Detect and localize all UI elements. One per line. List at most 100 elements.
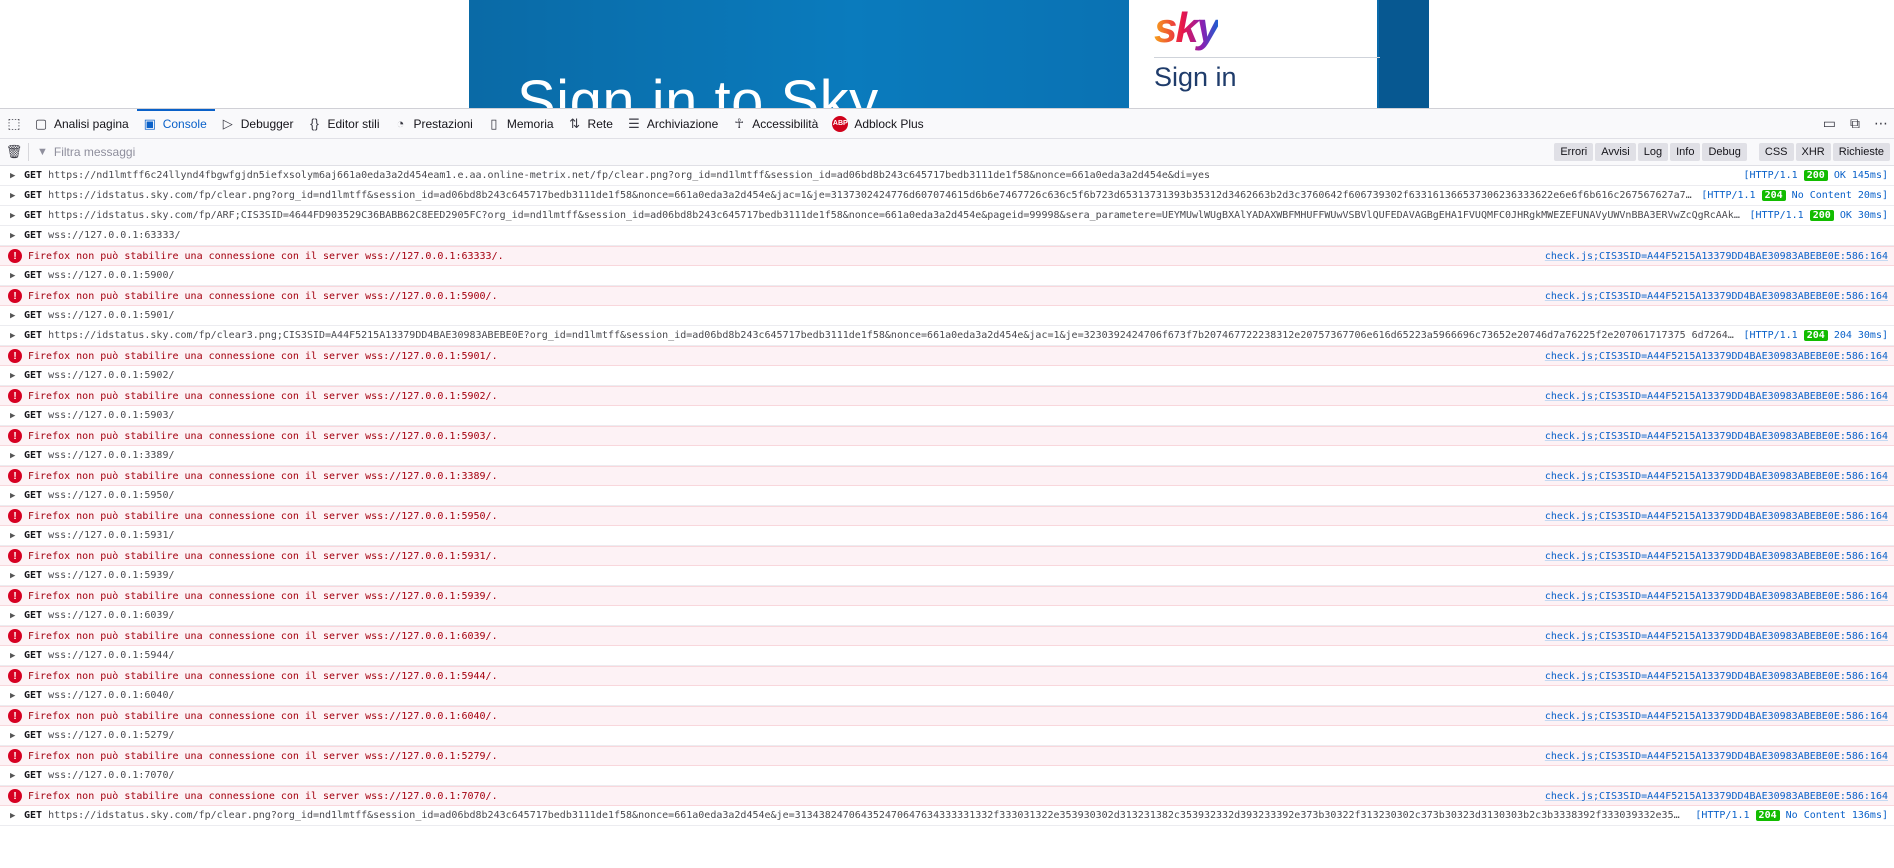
network-message-row[interactable]: ▶GETwss://127.0.0.1:5902/ xyxy=(0,366,1894,386)
expand-arrow-icon[interactable]: ▶ xyxy=(10,231,24,241)
network-message-row[interactable]: ▶GETwss://127.0.0.1:63333/ xyxy=(0,226,1894,246)
request-url[interactable]: https://nd1lmtff6c24llynd4fbgwfgjdn5iefx… xyxy=(48,170,1735,181)
source-link[interactable]: check.js;CIS3SID=A44F5215A13379DD4BAE309… xyxy=(1545,351,1894,362)
request-url[interactable]: wss://127.0.0.1:5950/ xyxy=(48,490,1894,501)
filter-css-button[interactable]: CSS xyxy=(1759,143,1794,161)
error-message-row[interactable]: !Firefox non può stabilire una connessio… xyxy=(0,706,1894,726)
expand-arrow-icon[interactable]: ▶ xyxy=(10,371,24,381)
network-message-row[interactable]: ▶GETwss://127.0.0.1:5900/ xyxy=(0,266,1894,286)
network-message-row[interactable]: ▶GETwss://127.0.0.1:5903/ xyxy=(0,406,1894,426)
source-link[interactable]: check.js;CIS3SID=A44F5215A13379DD4BAE309… xyxy=(1545,251,1894,262)
expand-arrow-icon[interactable]: ▶ xyxy=(10,411,24,421)
expand-arrow-icon[interactable]: ▶ xyxy=(10,171,24,181)
network-message-row[interactable]: ▶GETwss://127.0.0.1:5950/ xyxy=(0,486,1894,506)
tab-memoria[interactable]: ▯ Memoria xyxy=(481,109,562,138)
network-message-row[interactable]: ▶GETwss://127.0.0.1:5931/ xyxy=(0,526,1894,546)
error-message-row[interactable]: !Firefox non può stabilire una connessio… xyxy=(0,746,1894,766)
network-message-row[interactable]: ▶GETwss://127.0.0.1:3389/ xyxy=(0,446,1894,466)
filter-avvisi-button[interactable]: Avvisi xyxy=(1595,143,1636,161)
request-url[interactable]: https://idstatus.sky.com/fp/ARF;CIS3SID=… xyxy=(48,210,1741,221)
request-url[interactable]: wss://127.0.0.1:63333/ xyxy=(48,230,1894,241)
network-message-row[interactable]: ▶GETwss://127.0.0.1:5901/ xyxy=(0,306,1894,326)
request-url[interactable]: wss://127.0.0.1:5901/ xyxy=(48,310,1894,321)
filter-messages-input[interactable] xyxy=(52,144,656,160)
source-link[interactable]: check.js;CIS3SID=A44F5215A13379DD4BAE309… xyxy=(1545,511,1894,522)
network-message-row[interactable]: ▶GETwss://127.0.0.1:6039/ xyxy=(0,606,1894,626)
error-message-row[interactable]: !Firefox non può stabilire una connessio… xyxy=(0,586,1894,606)
error-message-row[interactable]: !Firefox non può stabilire una connessio… xyxy=(0,386,1894,406)
tab-prestazioni[interactable]: ◔ Prestazioni xyxy=(387,109,480,138)
request-url[interactable]: wss://127.0.0.1:5903/ xyxy=(48,410,1894,421)
network-message-row[interactable]: ▶GEThttps://idstatus.sky.com/fp/clear3.p… xyxy=(0,326,1894,346)
expand-arrow-icon[interactable]: ▶ xyxy=(10,491,24,501)
request-url[interactable]: wss://127.0.0.1:3389/ xyxy=(48,450,1894,461)
expand-arrow-icon[interactable]: ▶ xyxy=(10,691,24,701)
request-url[interactable]: wss://127.0.0.1:5944/ xyxy=(48,650,1894,661)
request-url[interactable]: https://idstatus.sky.com/fp/clear.png?or… xyxy=(48,190,1693,201)
tab-adblock-plus[interactable]: ABP Adblock Plus xyxy=(826,109,931,138)
separate-window-icon[interactable]: ⧉ xyxy=(1850,115,1860,132)
tab-accessibilita[interactable]: ☥ Accessibilità xyxy=(726,109,826,138)
network-message-row[interactable]: ▶GETwss://127.0.0.1:7070/ xyxy=(0,766,1894,786)
source-link[interactable]: check.js;CIS3SID=A44F5215A13379DD4BAE309… xyxy=(1545,591,1894,602)
request-status[interactable]: [HTTP/1.1 200 OK 30ms] xyxy=(1742,210,1894,221)
request-url[interactable]: wss://127.0.0.1:6039/ xyxy=(48,610,1894,621)
expand-arrow-icon[interactable]: ▶ xyxy=(10,331,24,341)
expand-arrow-icon[interactable]: ▶ xyxy=(10,811,24,821)
source-link[interactable]: check.js;CIS3SID=A44F5215A13379DD4BAE309… xyxy=(1545,791,1894,802)
expand-arrow-icon[interactable]: ▶ xyxy=(10,611,24,621)
network-message-row[interactable]: ▶GETwss://127.0.0.1:6040/ xyxy=(0,686,1894,706)
error-message-row[interactable]: !Firefox non può stabilire una connessio… xyxy=(0,546,1894,566)
element-picker-icon[interactable]: ⬚ xyxy=(0,109,28,138)
source-link[interactable]: check.js;CIS3SID=A44F5215A13379DD4BAE309… xyxy=(1545,551,1894,562)
tab-console[interactable]: ▣ Console xyxy=(137,109,215,138)
network-message-row[interactable]: ▶GETwss://127.0.0.1:5939/ xyxy=(0,566,1894,586)
network-message-row[interactable]: ▶GEThttps://idstatus.sky.com/fp/clear.pn… xyxy=(0,186,1894,206)
request-url[interactable]: https://idstatus.sky.com/fp/clear3.png;C… xyxy=(48,330,1735,341)
expand-arrow-icon[interactable]: ▶ xyxy=(10,651,24,661)
more-options-icon[interactable]: ⋯ xyxy=(1874,115,1888,132)
source-link[interactable]: check.js;CIS3SID=A44F5215A13379DD4BAE309… xyxy=(1545,751,1894,762)
dock-side-icon[interactable]: ▭ xyxy=(1823,115,1836,132)
request-status[interactable]: [HTTP/1.1 200 OK 145ms] xyxy=(1736,170,1894,181)
error-message-row[interactable]: !Firefox non può stabilire una connessio… xyxy=(0,346,1894,366)
error-message-row[interactable]: !Firefox non può stabilire una connessio… xyxy=(0,426,1894,446)
network-message-row[interactable]: ▶GEThttps://nd1lmtff6c24llynd4fbgwfgjdn5… xyxy=(0,166,1894,186)
request-url[interactable]: wss://127.0.0.1:5279/ xyxy=(48,730,1894,741)
tab-rete[interactable]: ⇅ Rete xyxy=(562,109,621,138)
source-link[interactable]: check.js;CIS3SID=A44F5215A13379DD4BAE309… xyxy=(1545,711,1894,722)
expand-arrow-icon[interactable]: ▶ xyxy=(10,531,24,541)
source-link[interactable]: check.js;CIS3SID=A44F5215A13379DD4BAE309… xyxy=(1545,471,1894,482)
filter-log-button[interactable]: Log xyxy=(1638,143,1668,161)
filter-xhr-button[interactable]: XHR xyxy=(1796,143,1831,161)
request-url[interactable]: wss://127.0.0.1:5902/ xyxy=(48,370,1894,381)
source-link[interactable]: check.js;CIS3SID=A44F5215A13379DD4BAE309… xyxy=(1545,391,1894,402)
error-message-row[interactable]: !Firefox non può stabilire una connessio… xyxy=(0,286,1894,306)
expand-arrow-icon[interactable]: ▶ xyxy=(10,451,24,461)
expand-arrow-icon[interactable]: ▶ xyxy=(10,311,24,321)
error-message-row[interactable]: !Firefox non può stabilire una connessio… xyxy=(0,626,1894,646)
error-message-row[interactable]: !Firefox non può stabilire una connessio… xyxy=(0,506,1894,526)
error-message-row[interactable]: !Firefox non può stabilire una connessio… xyxy=(0,666,1894,686)
filter-debug-button[interactable]: Debug xyxy=(1702,143,1746,161)
expand-arrow-icon[interactable]: ▶ xyxy=(10,731,24,741)
request-url[interactable]: wss://127.0.0.1:6040/ xyxy=(48,690,1894,701)
expand-arrow-icon[interactable]: ▶ xyxy=(10,771,24,781)
source-link[interactable]: check.js;CIS3SID=A44F5215A13379DD4BAE309… xyxy=(1545,631,1894,642)
request-url[interactable]: wss://127.0.0.1:5931/ xyxy=(48,530,1894,541)
error-message-row[interactable]: !Firefox non può stabilire una connessio… xyxy=(0,466,1894,486)
expand-arrow-icon[interactable]: ▶ xyxy=(10,191,24,201)
error-message-row[interactable]: !Firefox non può stabilire una connessio… xyxy=(0,786,1894,806)
network-message-row[interactable]: ▶GETwss://127.0.0.1:5944/ xyxy=(0,646,1894,666)
request-url[interactable]: wss://127.0.0.1:7070/ xyxy=(48,770,1894,781)
expand-arrow-icon[interactable]: ▶ xyxy=(10,571,24,581)
tab-archiviazione[interactable]: ☰ Archiviazione xyxy=(621,109,726,138)
tab-editor-stili[interactable]: {} Editor stili xyxy=(301,109,387,138)
request-status[interactable]: [HTTP/1.1 204 No Content 136ms] xyxy=(1687,810,1894,821)
filter-errori-button[interactable]: Errori xyxy=(1554,143,1593,161)
request-url[interactable]: wss://127.0.0.1:5900/ xyxy=(48,270,1894,281)
network-message-row[interactable]: ▶GEThttps://idstatus.sky.com/fp/ARF;CIS3… xyxy=(0,206,1894,226)
source-link[interactable]: check.js;CIS3SID=A44F5215A13379DD4BAE309… xyxy=(1545,671,1894,682)
tab-debugger[interactable]: ▷ Debugger xyxy=(215,109,302,138)
expand-arrow-icon[interactable]: ▶ xyxy=(10,271,24,281)
